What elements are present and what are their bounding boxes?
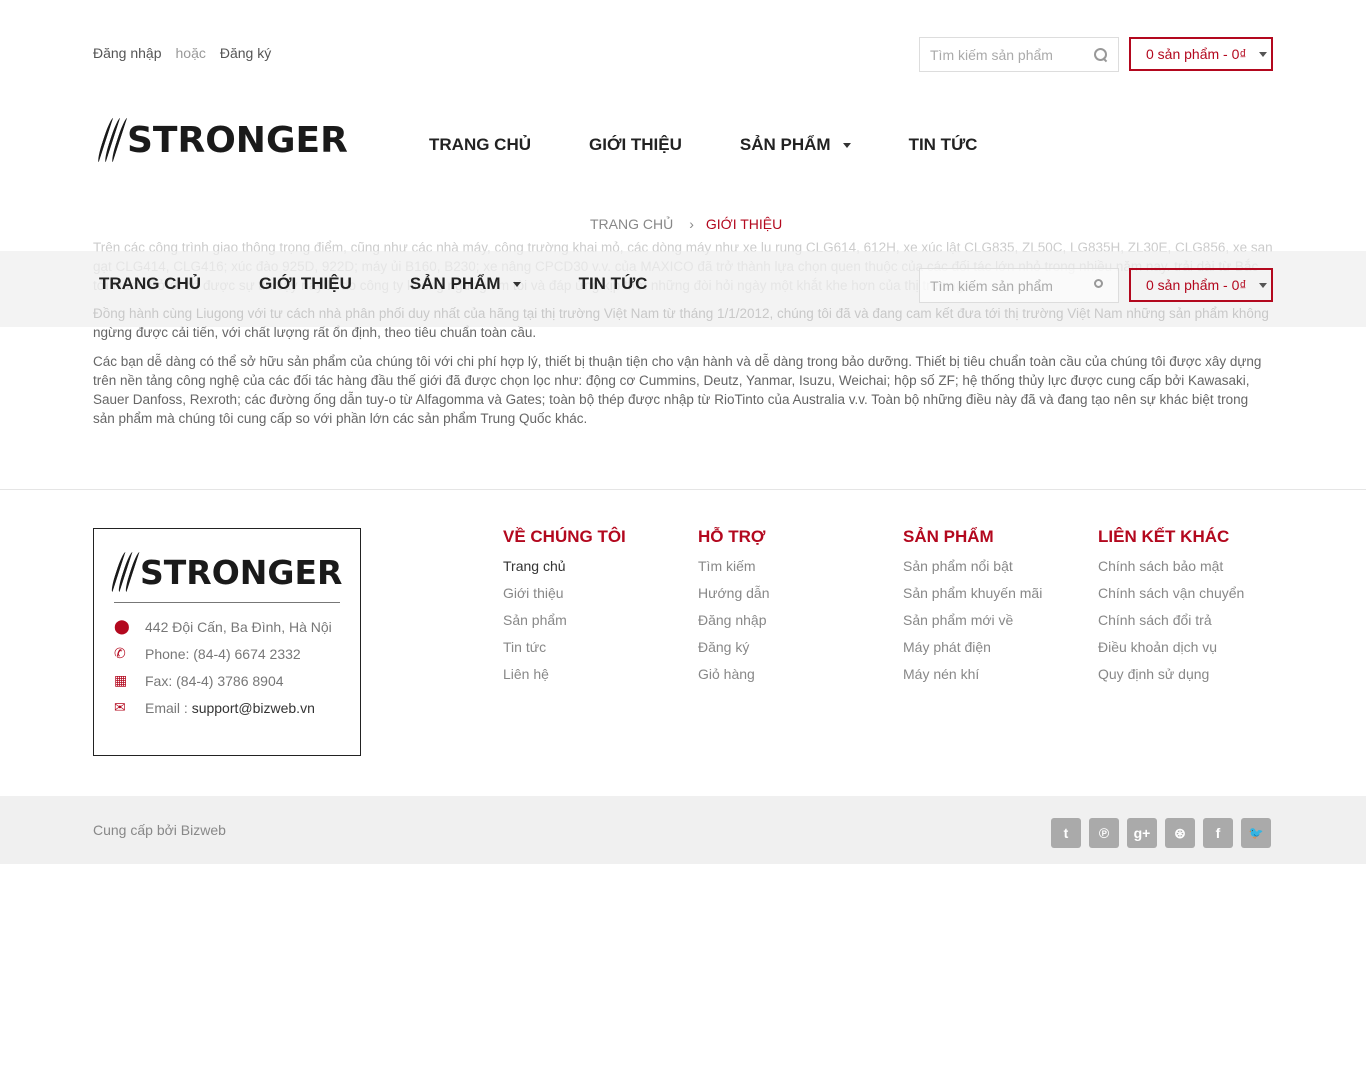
footer-link[interactable]: Sản phẩm khuyến mãi (903, 584, 1042, 611)
fax-text: Fax: (84-4) 3786 8904 (145, 672, 284, 689)
site-logo[interactable]: STRONGER (95, 118, 348, 162)
phone-row: ✆ Phone: (84-4) 6674 2332 (114, 640, 340, 667)
or-text: hoặc (175, 45, 206, 61)
email-link[interactable]: support@bizweb.vn (192, 700, 315, 716)
google-plus-icon[interactable]: g+ (1127, 818, 1157, 848)
footer-col-links: LIÊN KẾT KHÁC Chính sách bảo mật Chính s… (1098, 527, 1244, 692)
sticky-nav: TRANG CHỦ GIỚI THIỆU SẢN PHẨM TIN TỨC (99, 274, 705, 294)
search-icon[interactable] (1094, 47, 1108, 62)
logo-text: STRONGER (127, 119, 348, 161)
footer-link[interactable]: Liên hệ (503, 665, 626, 692)
chevron-down-icon (1258, 282, 1267, 288)
footer-link[interactable]: Đăng ký (698, 638, 769, 665)
footer-logo[interactable]: STRONGER (109, 552, 343, 592)
sticky-nav-news[interactable]: TIN TỨC (579, 274, 648, 294)
footer-link[interactable]: Hướng dẫn (698, 584, 769, 611)
nav-products-label: SẢN PHẨM (739, 135, 831, 154)
footer-link[interactable]: Chính sách đổi trả (1098, 611, 1244, 638)
breadcrumb: TRANG CHỦ › GIỚI THIỆU (590, 216, 782, 232)
logo-mark-icon (109, 552, 143, 592)
footer-link[interactable]: Tin tức (503, 638, 626, 665)
address-text: 442 Đội Cấn, Ba Đình, Hà Nội (145, 618, 332, 635)
tumblr-icon[interactable]: t (1051, 818, 1081, 848)
cart-button[interactable]: 0 sản phẩm - 0₫ (1129, 37, 1273, 71)
sticky-cart-button[interactable]: 0 sản phẩm - 0₫ (1129, 268, 1273, 302)
sticky-cart-label: 0 sản phẩm - 0₫ (1146, 277, 1247, 293)
nav-products[interactable]: SẢN PHẨM (740, 135, 851, 155)
fax-row: ▦ Fax: (84-4) 3786 8904 (114, 667, 340, 694)
footer-link[interactable]: Trang chủ (503, 557, 626, 584)
sticky-search-box (919, 268, 1119, 303)
footer-link[interactable]: Điều khoản dịch vụ (1098, 638, 1244, 665)
email-row: ✉ Email : support@bizweb.vn (114, 694, 340, 721)
footer-link[interactable]: Quy định sử dụng (1098, 665, 1244, 692)
sticky-nav-products-label: SẢN PHẨM (409, 274, 501, 293)
pinterest-icon[interactable]: ℗ (1089, 818, 1119, 848)
footer-link[interactable]: Tìm kiếm (698, 557, 769, 584)
footer-col-title: SẢN PHẨM (903, 527, 994, 546)
search-input[interactable] (930, 46, 1085, 63)
footer-link[interactable]: Máy nén khí (903, 665, 1042, 692)
map-marker-icon: ⬤ (114, 618, 130, 634)
nav-home[interactable]: TRANG CHỦ (429, 135, 531, 155)
nav-news[interactable]: TIN TỨC (909, 135, 978, 155)
search-icon[interactable] (1094, 278, 1108, 293)
phone-icon: ✆ (114, 645, 126, 661)
fax-icon: ▦ (114, 672, 128, 688)
contact-box: STRONGER ⬤ 442 Đội Cấn, Ba Đình, Hà Nội … (93, 528, 361, 756)
footer-col-support: HỖ TRỢ Tìm kiếm Hướng dẫn Đăng nhập Đăng… (698, 527, 769, 692)
chevron-down-icon (512, 281, 521, 287)
contact-divider (114, 602, 340, 603)
footer-col-title: LIÊN KẾT KHÁC (1098, 527, 1230, 546)
content-paragraph-3: Các bạn dễ dàng có thể sở hữu sản phẩm c… (93, 354, 1262, 426)
search-box (919, 37, 1119, 72)
register-link[interactable]: Đăng ký (220, 45, 271, 61)
sticky-nav-home[interactable]: TRANG CHỦ (99, 274, 201, 294)
sticky-nav-about[interactable]: GIỚI THIỆU (259, 274, 352, 294)
social-links: t ℗ g+ ⊛ f 🐦 (1051, 818, 1271, 848)
footer-link[interactable]: Sản phẩm mới về (903, 611, 1042, 638)
address-row: ⬤ 442 Đội Cấn, Ba Đình, Hà Nội (114, 613, 340, 640)
footer-col-title: HỖ TRỢ (698, 527, 766, 546)
footer-divider (0, 489, 1366, 490)
breadcrumb-current: GIỚI THIỆU (705, 216, 783, 232)
account-links: Đăng nhập hoặc Đăng ký (93, 45, 271, 61)
dribbble-icon[interactable]: ⊛ (1165, 818, 1195, 848)
footer-bottom-bar: Cung cấp bởi Bizweb t ℗ g+ ⊛ f 🐦 (0, 796, 1366, 864)
footer-link[interactable]: Chính sách bảo mật (1098, 557, 1244, 584)
twitter-icon[interactable]: 🐦 (1241, 818, 1271, 848)
footer-col-about: VỀ CHÚNG TÔI Trang chủ Giới thiệu Sản ph… (503, 527, 626, 692)
chevron-down-icon (842, 142, 851, 148)
logo-mark-icon (95, 118, 131, 162)
cart-label: 0 sản phẩm - 0₫ (1146, 46, 1247, 62)
nav-about[interactable]: GIỚI THIỆU (589, 135, 682, 155)
footer-link[interactable]: Chính sách vận chuyển (1098, 584, 1244, 611)
sticky-header: TRANG CHỦ GIỚI THIỆU SẢN PHẨM TIN TỨC 0 … (0, 251, 1366, 327)
main-nav: TRANG CHỦ GIỚI THIỆU SẢN PHẨM TIN TỨC (429, 135, 1035, 155)
breadcrumb-home[interactable]: TRANG CHỦ (590, 216, 673, 232)
footer-link[interactable]: Đăng nhập (698, 611, 769, 638)
footer-col-products: SẢN PHẨM Sản phẩm nổi bật Sản phẩm khuyế… (903, 527, 1042, 692)
sticky-nav-products[interactable]: SẢN PHẨM (410, 274, 521, 294)
footer-link[interactable]: Sản phẩm (503, 611, 626, 638)
envelope-icon: ✉ (114, 699, 126, 715)
sticky-search-input[interactable] (930, 277, 1085, 294)
facebook-icon[interactable]: f (1203, 818, 1233, 848)
phone-text: Phone: (84-4) 6674 2332 (145, 645, 301, 662)
credit-text: Cung cấp bởi Bizweb (93, 822, 226, 838)
email-label: Email : (145, 699, 192, 716)
footer-logo-text: STRONGER (140, 552, 343, 592)
footer-link[interactable]: Sản phẩm nổi bật (903, 557, 1042, 584)
breadcrumb-separator-icon: › (689, 216, 694, 232)
footer-link[interactable]: Giỏ hàng (698, 665, 769, 692)
footer-link[interactable]: Máy phát điện (903, 638, 1042, 665)
footer-link[interactable]: Giới thiệu (503, 584, 626, 611)
footer-col-title: VỀ CHÚNG TÔI (503, 527, 626, 546)
login-link[interactable]: Đăng nhập (93, 45, 162, 61)
chevron-down-icon (1258, 51, 1267, 57)
